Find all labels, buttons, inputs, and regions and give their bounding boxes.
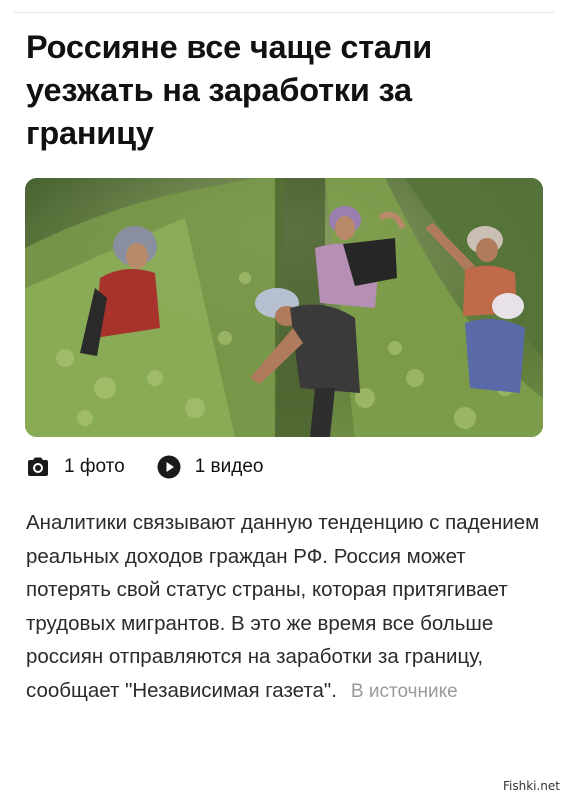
top-divider xyxy=(14,12,554,13)
photos-count-label: 1 фото xyxy=(64,456,125,477)
article-body-text: Аналитики связывают данную тенденцию с п… xyxy=(26,511,540,702)
photos-link[interactable]: 1 фото xyxy=(26,455,125,479)
camera-icon xyxy=(26,455,50,479)
media-counts: 1 фото 1 видео xyxy=(26,452,295,482)
article-body: Аналитики связывают данную тенденцию с п… xyxy=(26,506,550,708)
article-title: Россияне все чаще стали уезжать на зараб… xyxy=(26,29,433,151)
article-photo[interactable] xyxy=(25,178,543,437)
vineyard-workers-photo xyxy=(25,178,543,437)
play-icon xyxy=(157,455,181,479)
videos-link[interactable]: 1 видео xyxy=(157,455,264,479)
source-link[interactable]: В источнике xyxy=(351,681,458,702)
site-watermark: Fishki.net xyxy=(498,778,564,794)
videos-count-label: 1 видео xyxy=(194,456,264,477)
